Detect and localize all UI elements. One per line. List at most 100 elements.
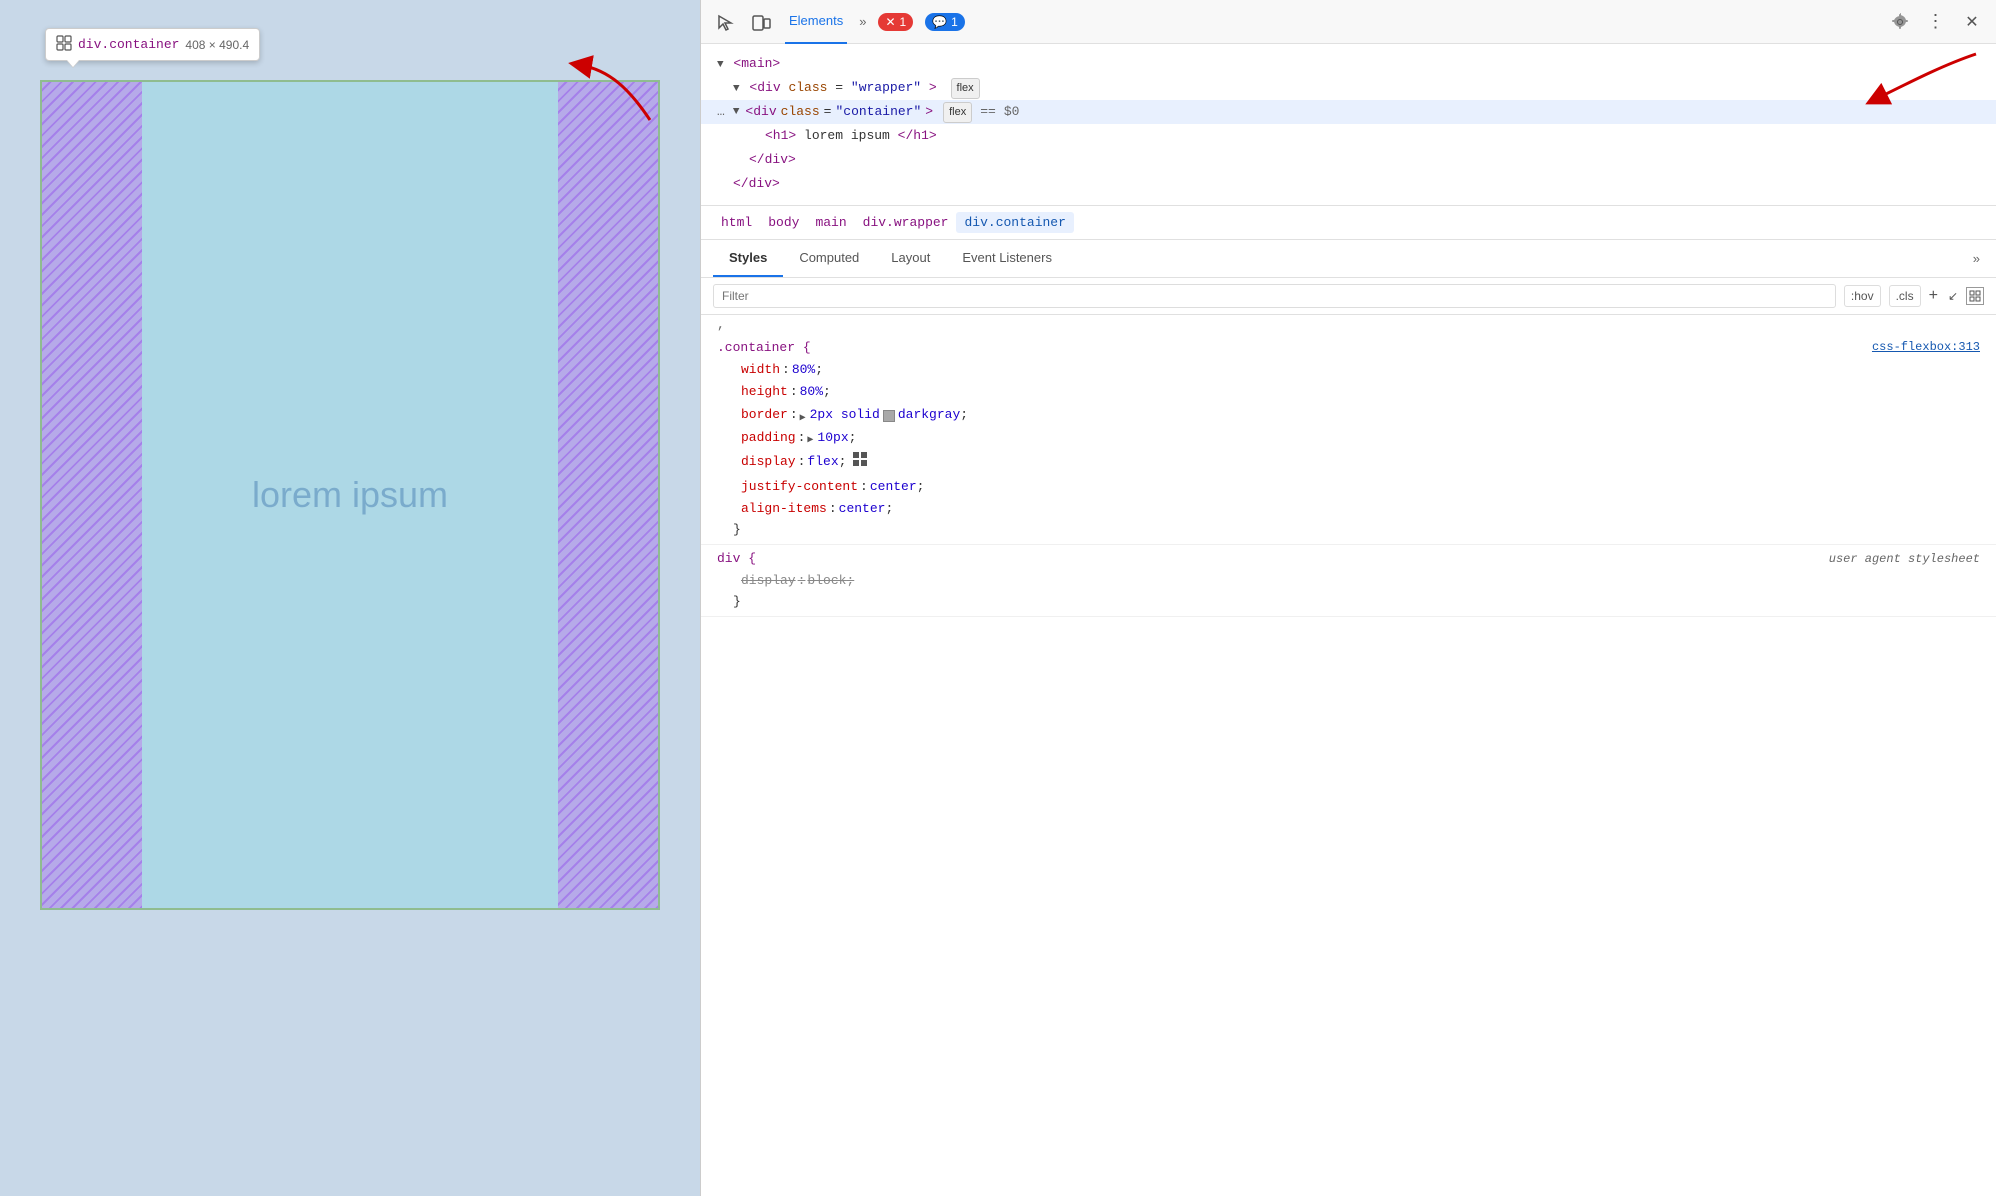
padding-left-visual <box>42 82 142 908</box>
dom-attr-eq: = <box>835 80 843 95</box>
style-source-container[interactable]: css-flexbox:313 <box>1872 340 1980 354</box>
info-badge[interactable]: 💬 1 <box>925 13 965 31</box>
tab-layout[interactable]: Layout <box>875 240 946 277</box>
style-selector-div: div { user agent stylesheet <box>717 551 1980 566</box>
devtools-toolbar: Elements » ✕ 1 💬 1 ⋮ ✕ <box>701 0 1996 44</box>
dom-equals-sign: == <box>980 101 996 123</box>
prop-value-width[interactable]: 80% <box>792 360 815 381</box>
tooltip-dimensions: 408 × 490.4 <box>185 38 249 52</box>
prop-name-display-ua: display <box>741 571 796 592</box>
prop-padding: padding : ▶ 10px ; <box>717 427 1980 450</box>
filter-input[interactable] <box>713 284 1836 308</box>
element-tooltip: div.container 408 × 490.4 <box>45 28 260 61</box>
rule-close-brace-container: } <box>717 521 1980 538</box>
dom-line-wrapper-close: </div> <box>701 172 1996 196</box>
flex-container-visual: lorem ipsum <box>40 80 660 910</box>
style-selector-container: .container { css-flexbox:313 <box>717 340 1980 355</box>
dom-attr-class-container: class <box>781 101 820 123</box>
sub-tabs: Styles Computed Layout Event Listeners » <box>701 240 1996 278</box>
breadcrumb-container[interactable]: div.container <box>956 212 1073 233</box>
tab-elements[interactable]: Elements <box>785 0 847 44</box>
padding-expand-icon[interactable]: ▶ <box>807 433 817 443</box>
breadcrumb-body[interactable]: body <box>760 212 807 233</box>
info-count: 1 <box>951 15 958 29</box>
dom-tree: ▼ <main> ▼ <div class = "wrapper" > flex… <box>701 44 1996 206</box>
prop-align-items: align-items : center ; <box>717 498 1980 521</box>
device-mode-icon[interactable] <box>749 10 773 34</box>
wrapper-flex-badge[interactable]: flex <box>951 78 980 99</box>
rule-close-brace-div: } <box>717 593 1980 610</box>
prop-height: height : 80% ; <box>717 381 1980 404</box>
prop-value-padding[interactable]: 10px <box>817 428 848 449</box>
dom-line-container-close: </div> <box>701 148 1996 172</box>
dom-tag-container-end: </div> <box>749 152 796 167</box>
breadcrumb-wrapper[interactable]: div.wrapper <box>855 212 957 233</box>
padding-right-visual <box>558 82 658 908</box>
tab-computed[interactable]: Computed <box>783 240 875 277</box>
hov-button[interactable]: :hov <box>1844 285 1881 307</box>
more-subtabs-chevron[interactable]: » <box>1969 241 1984 276</box>
border-expand-icon[interactable]: ▶ <box>800 411 810 421</box>
prop-name-justify: justify-content <box>741 477 858 498</box>
dom-expand-main[interactable]: ▼ <box>717 59 724 71</box>
selector-name-container: .container { <box>717 340 811 355</box>
prop-name-height: height <box>741 382 788 403</box>
toggle-styles-icon[interactable] <box>1966 287 1984 305</box>
tooltip-element-name: div.container <box>78 37 179 52</box>
dom-tag-wrapper-close-bracket: > <box>929 80 937 95</box>
color-swatch-border[interactable] <box>883 410 895 422</box>
prop-display: display : flex ; <box>717 450 1980 476</box>
tab-styles[interactable]: Styles <box>713 240 783 277</box>
prop-value-display-ua: block <box>807 571 846 592</box>
add-style-icon[interactable]: + <box>1929 287 1938 305</box>
prop-value-align[interactable]: center <box>839 499 886 520</box>
expand-icon[interactable]: ↙ <box>1948 289 1958 303</box>
settings-icon[interactable] <box>1888 10 1912 34</box>
dom-dots: … <box>717 101 725 123</box>
display-flex-icon[interactable] <box>852 451 868 475</box>
cls-button[interactable]: .cls <box>1889 285 1921 307</box>
style-rule-container: .container { css-flexbox:313 width : 80%… <box>701 334 1996 546</box>
dom-line-container[interactable]: … ▼ <div class = "container" > flex == $… <box>701 100 1996 124</box>
style-comma-separator: , <box>701 315 1996 334</box>
more-tabs-chevron[interactable]: » <box>859 14 866 29</box>
selector-name-div: div { <box>717 551 756 566</box>
dom-line-h1[interactable]: <h1> lorem ipsum </h1> <box>701 124 1996 148</box>
tab-event-listeners[interactable]: Event Listeners <box>946 240 1068 277</box>
dom-expand-wrapper[interactable]: ▼ <box>733 83 740 95</box>
prop-value-border-color[interactable]: darkgray <box>898 405 960 426</box>
prop-name-display: display <box>741 452 796 473</box>
style-source-user-agent: user agent stylesheet <box>1829 552 1980 566</box>
dom-tag-wrapper-end: </div> <box>733 176 780 191</box>
dom-expand-container[interactable]: ▼ <box>733 103 740 122</box>
dom-line-main[interactable]: ▼ <main> <box>701 52 1996 76</box>
inspect-icon[interactable] <box>713 10 737 34</box>
prop-name-align: align-items <box>741 499 827 520</box>
tooltip-arrow <box>66 60 80 68</box>
dom-tag-container-open: <div <box>745 101 776 123</box>
prop-value-display[interactable]: flex <box>807 452 838 473</box>
styles-content: , .container { css-flexbox:313 width : 8… <box>701 315 1996 1196</box>
prop-display-ua: display : block ; <box>717 570 1980 593</box>
container-flex-badge[interactable]: flex <box>943 102 972 123</box>
dom-attr-value-wrapper: "wrapper" <box>851 80 921 95</box>
more-options-icon[interactable]: ⋮ <box>1924 10 1948 34</box>
prop-value-border-size[interactable]: 2px solid <box>810 405 880 426</box>
dom-tag-h1: <h1> <box>765 128 796 143</box>
prop-name-width: width <box>741 360 780 381</box>
breadcrumb-html[interactable]: html <box>713 212 760 233</box>
dom-text-h1: lorem ipsum <box>804 128 890 143</box>
browser-preview: div.container 408 × 490.4 lorem ipsum <box>0 0 700 1196</box>
close-icon[interactable]: ✕ <box>1960 10 1984 34</box>
prop-value-height[interactable]: 80% <box>800 382 823 403</box>
dom-attr-value-container: "container" <box>835 101 921 123</box>
content-area-visual: lorem ipsum <box>142 82 558 908</box>
dom-dollar-zero: $0 <box>1004 101 1020 123</box>
prop-value-justify[interactable]: center <box>870 477 917 498</box>
error-badge[interactable]: ✕ 1 <box>878 13 913 31</box>
breadcrumb-main[interactable]: main <box>807 212 854 233</box>
lorem-ipsum-text: lorem ipsum <box>252 474 448 516</box>
prop-name-border: border <box>741 405 788 426</box>
dom-line-wrapper[interactable]: ▼ <div class = "wrapper" > flex <box>701 76 1996 100</box>
info-icon: 💬 <box>932 15 947 29</box>
